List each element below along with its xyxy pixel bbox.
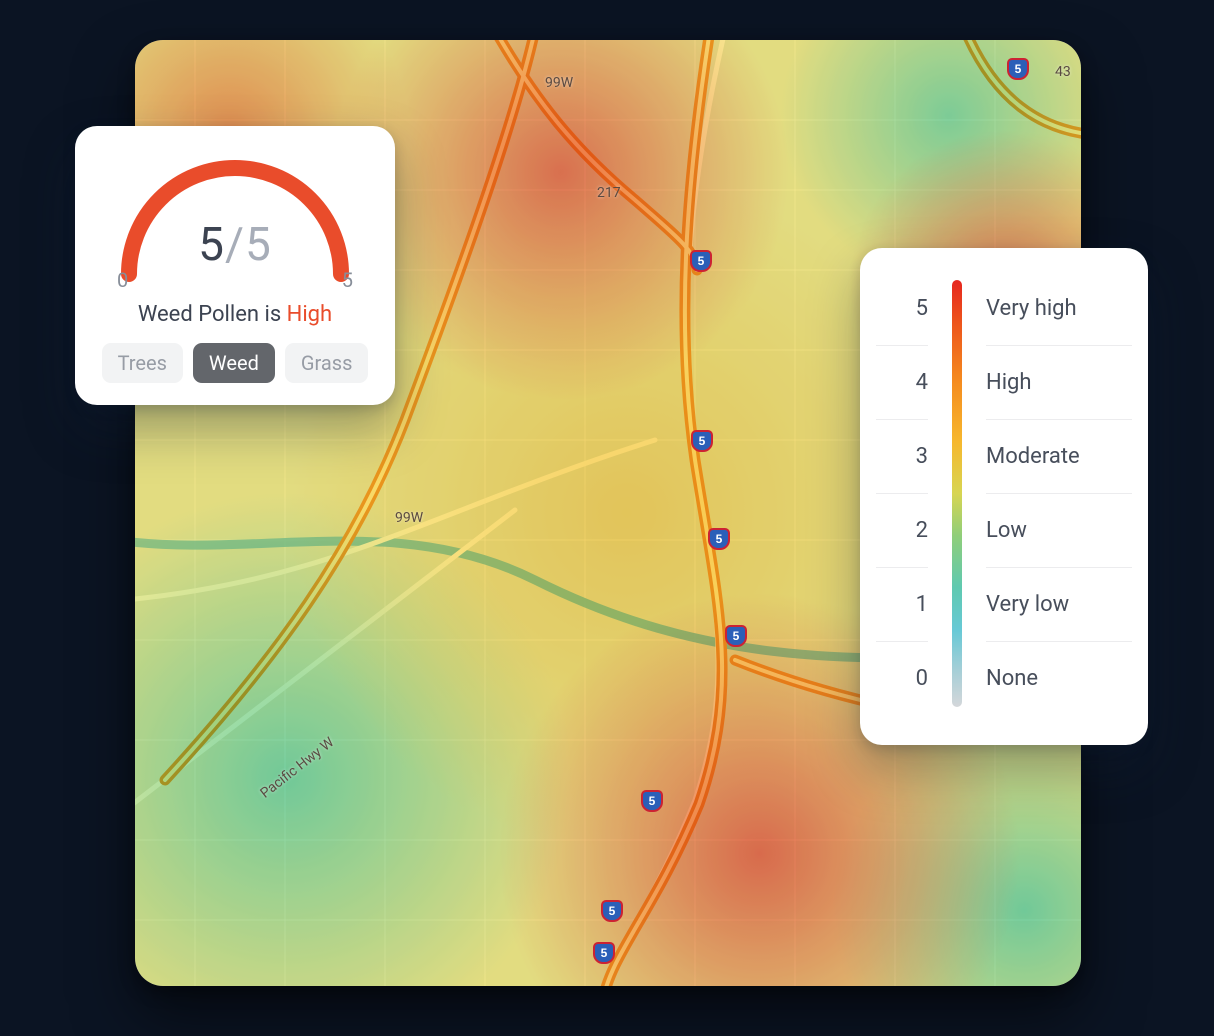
gradient-bar-icon	[952, 280, 962, 707]
interstate-shield-icon: 5	[593, 942, 615, 964]
interstate-shield-icon: 5	[641, 790, 663, 812]
legend-value: 4	[876, 346, 928, 420]
legend-value: 3	[876, 420, 928, 494]
legend-value: 1	[876, 568, 928, 642]
road-label: 99W	[395, 510, 423, 526]
interstate-shield-icon: 5	[725, 625, 747, 647]
gauge-value: 5/5	[111, 218, 359, 272]
legend-value: 5	[876, 272, 928, 346]
legend-label: High	[986, 346, 1132, 420]
shield-number: 5	[649, 794, 656, 808]
interstate-shield-icon: 5	[691, 430, 713, 452]
legend-value: 0	[876, 642, 928, 715]
legend-label: Low	[986, 494, 1132, 568]
shield-number: 5	[733, 629, 740, 643]
legend-label: Very low	[986, 568, 1132, 642]
tab-trees[interactable]: Trees	[102, 343, 183, 383]
shield-number: 5	[601, 946, 608, 960]
shield-number: 5	[1015, 62, 1022, 76]
shield-number: 5	[698, 254, 705, 268]
legend-label: None	[986, 642, 1132, 715]
interstate-shield-icon: 5	[1007, 58, 1029, 80]
legend-gradient-bar	[950, 272, 964, 715]
stage: War Veterans MemPacific Hwy W99W20521799…	[0, 0, 1214, 1036]
gauge: 5/5 0 5	[111, 152, 359, 292]
gauge-ticks: 0 5	[117, 268, 353, 292]
pollen-gauge-card: 5/5 0 5 Weed Pollen is High TreesWeedGra…	[75, 126, 395, 405]
pollen-status: Weed Pollen is High	[99, 302, 371, 327]
road-label: 217	[597, 185, 621, 201]
pollen-status-level: High	[287, 302, 333, 327]
tab-grass[interactable]: Grass	[285, 343, 369, 383]
interstate-shield-icon: 5	[601, 900, 623, 922]
gauge-tick-min: 0	[117, 268, 128, 292]
shield-number: 5	[699, 434, 706, 448]
shield-number: 5	[609, 904, 616, 918]
pollen-type-tabs: TreesWeedGrass	[99, 343, 371, 383]
gauge-value-current: 5	[198, 218, 225, 272]
legend-grid: 5 Very high 4 High 3 Moderate 2 Low 1 Very low 0 No…	[876, 272, 1132, 715]
shield-number: 5	[716, 532, 723, 546]
road-label: 99W	[545, 75, 573, 91]
interstate-shield-icon: 5	[690, 250, 712, 272]
tab-weed[interactable]: Weed	[193, 343, 275, 383]
gauge-tick-max: 5	[342, 268, 353, 292]
gauge-value-max: 5	[245, 218, 272, 272]
heatmap-legend-card: 5 Very high 4 High 3 Moderate 2 Low 1 Very low 0 No…	[860, 248, 1148, 745]
pollen-status-prefix: Weed Pollen is	[138, 302, 287, 327]
legend-label: Very high	[986, 272, 1132, 346]
legend-value: 2	[876, 494, 928, 568]
road-label: 43	[1055, 64, 1071, 80]
interstate-shield-icon: 5	[708, 528, 730, 550]
legend-label: Moderate	[986, 420, 1132, 494]
